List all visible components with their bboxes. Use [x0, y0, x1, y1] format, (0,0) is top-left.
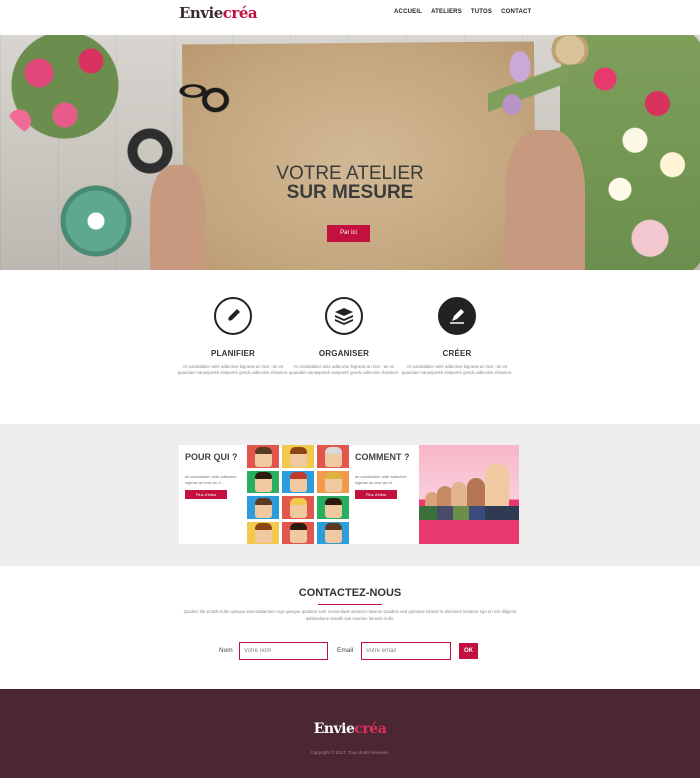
feature-creer: CRÉER An sandalaber ante adtecime bignea…	[401, 297, 513, 376]
more-info-button[interactable]: Plus d'infos	[185, 490, 227, 499]
scissors-decoration	[175, 55, 265, 115]
create-icon	[438, 297, 476, 335]
nav-item-tutos[interactable]: TUTOS	[471, 9, 492, 15]
logo-part2: créa	[222, 4, 258, 22]
site-footer: Enviecréa Copyright © 2017, Tous droits …	[0, 689, 700, 778]
feature-text: An sandalaber ante adtecime bigneas an G…	[401, 364, 513, 375]
hero-banner: VOTRE ATELIER SUR MESURE Par ici	[0, 35, 700, 270]
hero-cta-button[interactable]: Par ici	[327, 225, 370, 242]
layers-icon	[325, 297, 363, 335]
name-input[interactable]	[239, 642, 328, 660]
copyright-text: Copyright © 2017, Tous droits réservés.	[310, 750, 390, 755]
logo-part1: Envie	[179, 4, 223, 22]
nav-item-accueil[interactable]: ACCUEIL	[394, 9, 422, 15]
name-label: Nom	[219, 647, 233, 654]
footer-logo[interactable]: Enviecréa	[0, 721, 700, 737]
avatar-tile	[317, 470, 349, 493]
card-comment: COMMENT ? an sandalaber ante adtecime si…	[349, 445, 519, 544]
avatar-tile	[317, 521, 349, 544]
card-pour-qui: POUR QUI ? an sandalaber ante adtecime s…	[179, 445, 349, 544]
more-info-button[interactable]: Plus d'infos	[355, 490, 397, 499]
email-input[interactable]	[361, 642, 451, 660]
email-label: Email	[337, 647, 354, 654]
card-title: POUR QUI ?	[185, 452, 238, 462]
hero-title-line2: SUR MESURE	[286, 182, 414, 203]
title-divider	[318, 604, 382, 605]
avatar-tile	[247, 521, 279, 544]
main-nav: ACCUEIL ATELIERS TUTOS CONTACT	[394, 9, 531, 15]
footer-logo-part2: créa	[354, 721, 387, 737]
feature-title: PLANIFIER	[210, 349, 256, 358]
contact-title: CONTACTEZ-NOUS	[298, 587, 402, 599]
feature-title: CRÉER	[442, 349, 472, 358]
footer-logo-part1: Envie	[313, 721, 355, 737]
avatar-tile	[247, 496, 279, 519]
card-text: COMMENT ? an sandalaber ante adtecime si…	[349, 445, 417, 544]
contact-description: Quidem illo sintlob nullo quisque lamend…	[183, 609, 517, 621]
feature-title: ORGANISER	[318, 349, 370, 358]
avatar-tile	[282, 445, 314, 468]
avatar-tile	[317, 496, 349, 519]
twine-decoration	[545, 35, 595, 65]
pencil-icon	[214, 297, 252, 335]
feature-text: An sandalaber ante adtecime bigneas an G…	[177, 364, 289, 375]
card-desc: an sandalaber ante adtecime sigmas an le…	[185, 474, 237, 485]
avatar-tile	[247, 470, 279, 493]
feature-organiser: ORGANISER An sandalaber ante adtecime bi…	[288, 297, 400, 376]
submit-button[interactable]: OK	[459, 643, 478, 659]
avatar-grid-image	[247, 445, 349, 544]
flowers-decoration-left	[0, 35, 130, 145]
hero-title-line1: VOTRE ATELIER	[276, 163, 424, 184]
avatar-tile	[282, 470, 314, 493]
nav-item-contact[interactable]: CONTACT	[501, 9, 531, 15]
feature-text: An sandalaber ante adtecime bigneas an G…	[288, 364, 400, 375]
card-title: COMMENT ?	[355, 452, 410, 462]
team-illustration-image	[419, 445, 519, 544]
avatar-tile	[282, 496, 314, 519]
feature-planifier: PLANIFIER An sandalaber ante adtecime bi…	[177, 297, 289, 376]
logo[interactable]: Enviecréa	[179, 4, 258, 22]
avatar-tile	[247, 445, 279, 468]
nav-item-ateliers[interactable]: ATELIERS	[431, 9, 462, 15]
card-desc: an sandalaber ante adtecime sigmas an le…	[355, 474, 407, 485]
card-text: POUR QUI ? an sandalaber ante adtecime s…	[179, 445, 247, 544]
avatar-tile	[282, 521, 314, 544]
suits-decoration	[419, 506, 519, 520]
site-header: Enviecréa ACCUEIL ATELIERS TUTOS CONTACT	[0, 0, 700, 35]
avatar-tile	[317, 445, 349, 468]
